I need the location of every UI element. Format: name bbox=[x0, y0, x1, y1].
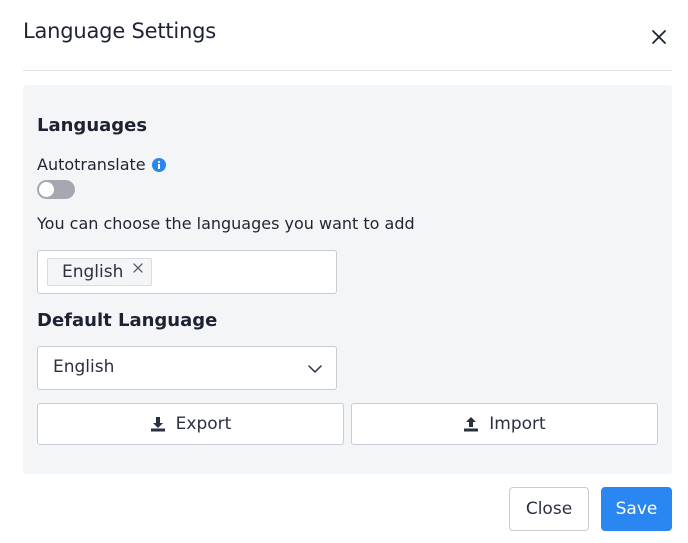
language-chip: English bbox=[47, 258, 153, 286]
upload-icon bbox=[464, 417, 479, 432]
dialog-header: Language Settings bbox=[0, 0, 688, 70]
languages-helper-text: You can choose the languages you want to… bbox=[37, 214, 415, 233]
export-button[interactable]: Export bbox=[37, 403, 344, 445]
toggle-knob bbox=[39, 182, 54, 197]
chip-remove-icon[interactable] bbox=[132, 262, 144, 274]
settings-panel: Languages Autotranslate You can choose t… bbox=[23, 85, 672, 474]
autotranslate-toggle[interactable] bbox=[37, 180, 75, 199]
import-label: Import bbox=[489, 414, 546, 434]
default-language-select[interactable]: English bbox=[37, 346, 337, 390]
download-icon bbox=[150, 417, 165, 432]
info-icon[interactable] bbox=[151, 157, 166, 172]
chevron-down-icon bbox=[308, 365, 322, 373]
close-button[interactable]: Close bbox=[509, 487, 589, 531]
export-label: Export bbox=[175, 414, 232, 434]
import-button[interactable]: Import bbox=[351, 403, 658, 445]
language-chip-label: English bbox=[62, 262, 124, 282]
save-button[interactable]: Save bbox=[601, 487, 672, 531]
close-icon[interactable] bbox=[648, 26, 670, 48]
header-divider bbox=[23, 70, 672, 71]
default-language-heading: Default Language bbox=[37, 310, 218, 331]
autotranslate-label: Autotranslate bbox=[37, 155, 146, 174]
languages-multiselect[interactable]: English bbox=[37, 250, 337, 294]
languages-heading: Languages bbox=[37, 115, 148, 136]
autotranslate-row: Autotranslate bbox=[37, 155, 166, 174]
dialog-title: Language Settings bbox=[23, 19, 217, 43]
default-language-value: English bbox=[53, 357, 115, 377]
